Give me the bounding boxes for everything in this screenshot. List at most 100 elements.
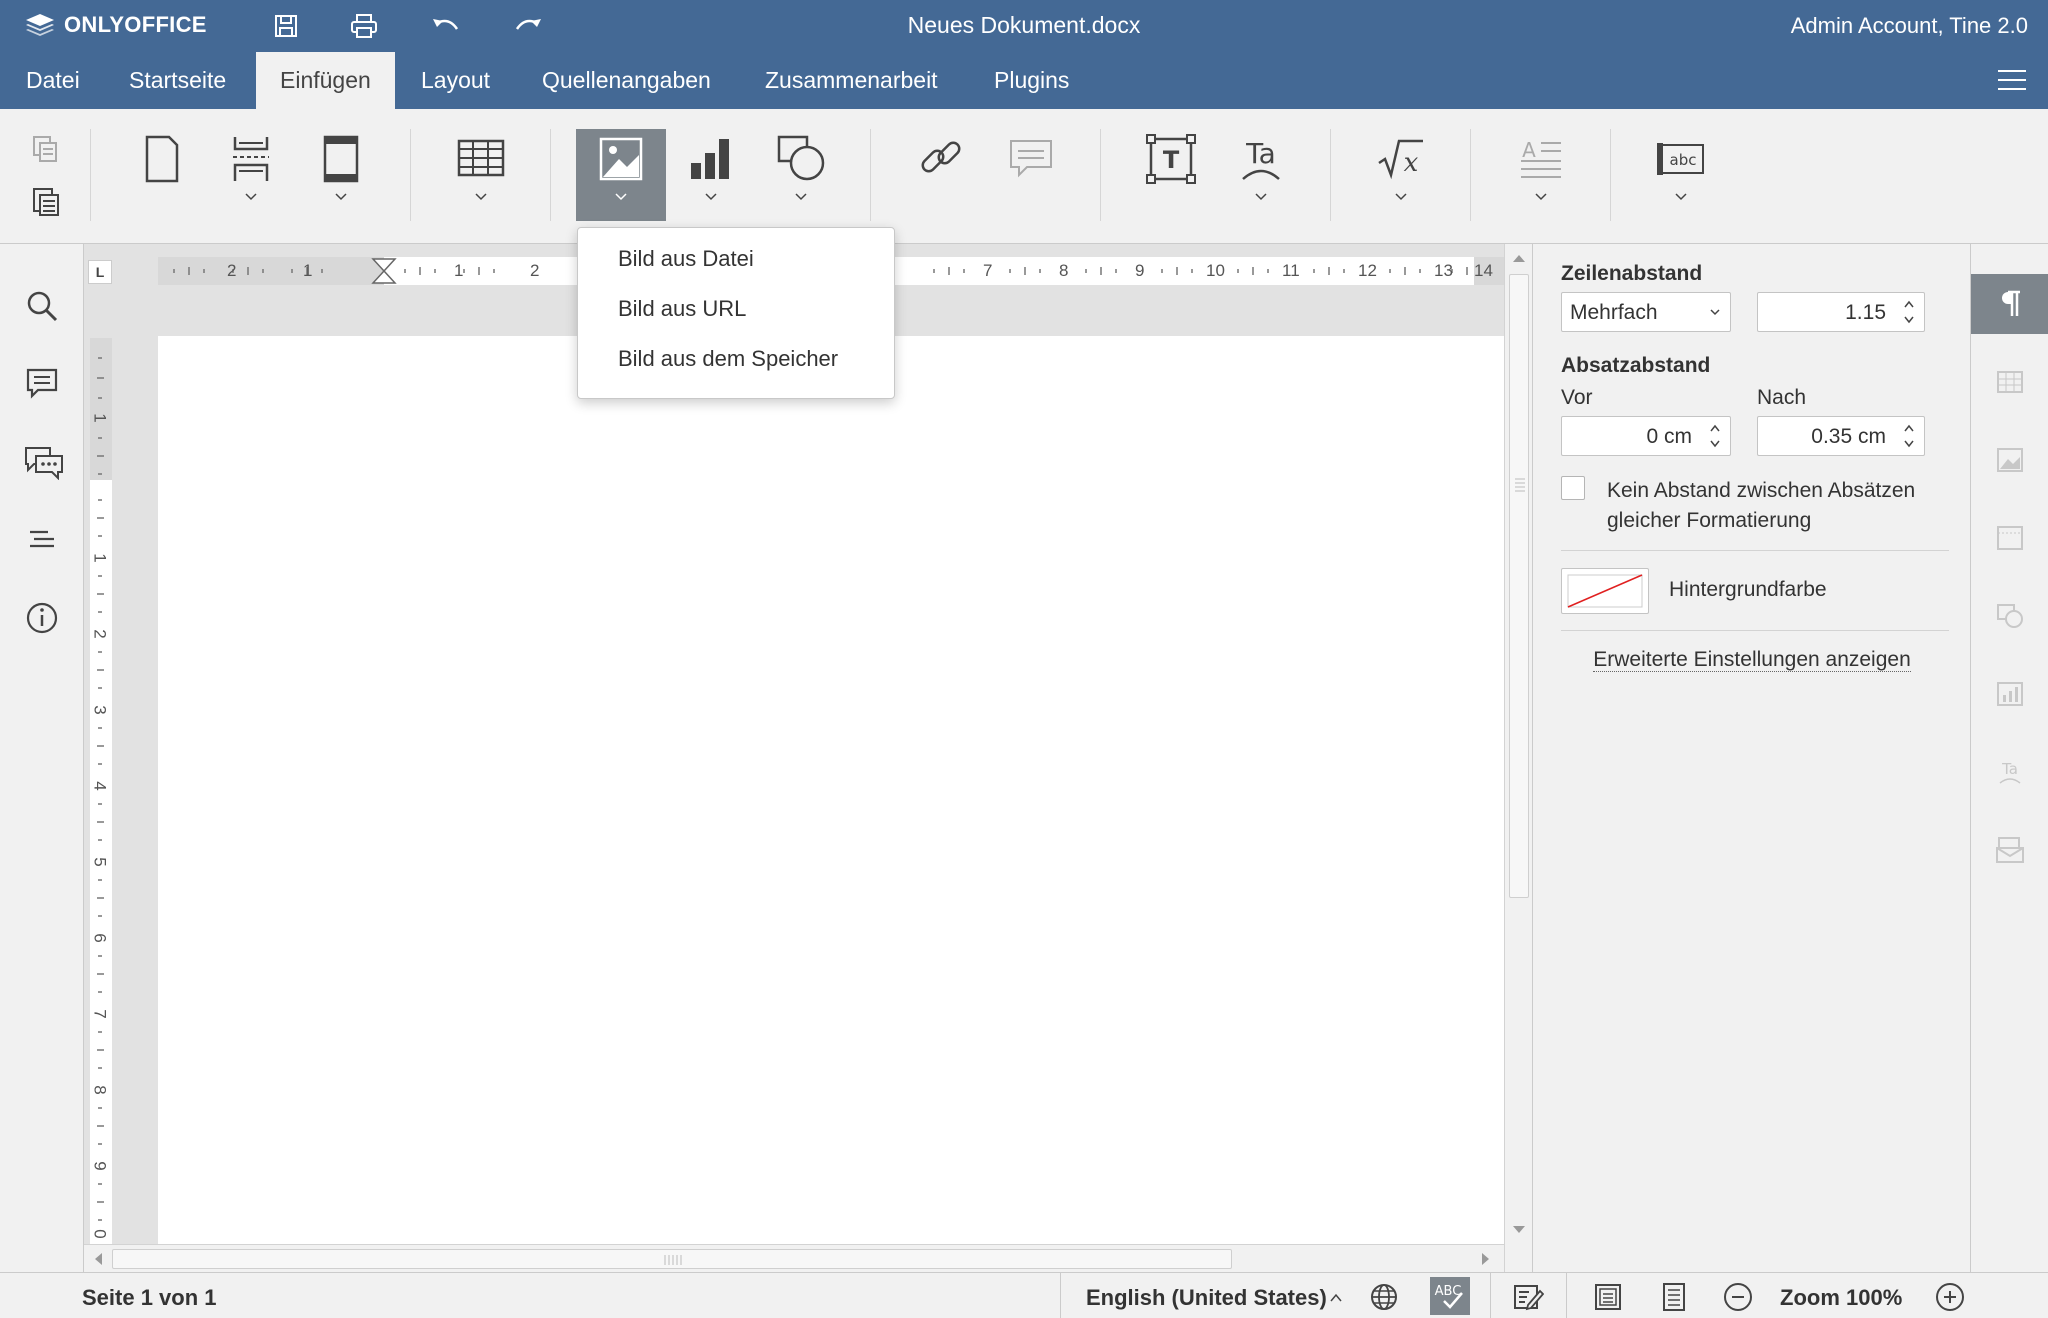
ruler-label: 8 [90,1085,110,1095]
spacing-after-input[interactable]: 0.35 cm [1757,416,1925,456]
background-color-picker[interactable] [1561,568,1649,614]
paste-icon[interactable] [30,185,62,217]
logo-icon [26,14,54,36]
spellcheck-icon[interactable]: ABC [1430,1277,1470,1315]
chart-settings-tab[interactable] [1971,664,2048,724]
track-changes-icon[interactable] [1512,1281,1545,1313]
pilcrow-icon [2002,290,2020,316]
image-button[interactable] [576,129,666,221]
chevron-down-icon [1535,193,1547,201]
tab-startseite[interactable]: Startseite [105,52,250,109]
print-icon[interactable] [348,12,380,40]
chart-button[interactable] [666,129,756,221]
menu-item-image-from-file[interactable]: Bild aus Datei [578,234,894,284]
image-icon [1997,448,2023,472]
navigation-icon[interactable] [24,522,60,558]
background-color-label: Hintergrundfarbe [1669,578,1827,601]
scroll-down-icon[interactable] [1505,1220,1533,1240]
zoom-out-icon[interactable] [1722,1281,1754,1313]
tab-layout[interactable]: Layout [397,52,514,109]
blank-page-button[interactable] [116,129,206,221]
search-icon[interactable] [24,288,60,324]
page-count[interactable]: Seite 1 von 1 [82,1285,217,1311]
menu-icon[interactable] [1998,70,2026,92]
tab-quellenangaben[interactable]: Quellenangaben [518,52,735,109]
spacing-before-input[interactable]: 0 cm [1561,416,1731,456]
table-button[interactable] [436,129,526,221]
equation-icon: x [1378,139,1423,180]
equation-button[interactable]: x [1356,129,1446,221]
document-language-icon[interactable] [1368,1281,1400,1313]
drop-cap-icon: A [1521,138,1561,178]
header-footer-settings-tab[interactable] [1971,508,2048,568]
content-control-button[interactable]: abc [1636,129,1726,221]
scroll-up-icon[interactable] [1505,248,1533,268]
spinner-icon[interactable] [1902,421,1916,451]
menu-item-image-from-url[interactable]: Bild aus URL [578,284,894,334]
copy-icon[interactable] [30,133,62,165]
page-break-button[interactable] [206,129,296,221]
chevron-down-icon [615,193,627,201]
link-icon [921,141,961,173]
line-spacing-mode-select[interactable]: Mehrfach [1561,292,1731,332]
tab-plugins[interactable]: Plugins [970,52,1093,109]
chevron-down-icon [795,193,807,201]
ruler-label: 14 [1474,261,1493,280]
ruler-label: 3 [90,705,110,715]
image-icon [599,137,643,181]
fit-page-icon[interactable] [1592,1281,1624,1313]
table-settings-tab[interactable] [1971,352,2048,412]
tab-datei[interactable]: Datei [2,52,104,109]
vertical-scroll-thumb[interactable] [1509,274,1529,898]
zoom-in-icon[interactable] [1934,1281,1966,1313]
text-box-button[interactable]: T [1126,129,1216,221]
paragraph-settings-panel: Zeilenabstand Mehrfach 1.15 Absatzabstan… [1532,244,1970,1272]
text-art-button[interactable]: Ta [1216,129,1306,221]
advanced-settings-link[interactable]: Erweiterte Einstellungen anzeigen [1593,648,1911,672]
zoom-level[interactable]: Zoom 100% [1780,1285,1902,1311]
drop-cap-button[interactable]: A [1496,129,1586,221]
language-selector[interactable]: English (United States) [1086,1285,1327,1311]
text-art-settings-tab[interactable]: Ta [1971,742,2048,802]
mail-merge-settings-tab[interactable] [1971,820,2048,880]
info-icon[interactable] [24,600,60,636]
save-icon[interactable] [270,12,302,40]
paragraph-settings-tab[interactable] [1971,274,2048,334]
line-spacing-mode-value: Mehrfach [1570,301,1658,324]
tab-zusammenarbeit[interactable]: Zusammenarbeit [741,52,962,109]
chevron-up-icon[interactable] [1328,1283,1344,1315]
content-control-icon: abc [1657,143,1704,175]
spinner-icon[interactable] [1708,421,1722,451]
scroll-right-icon[interactable] [1476,1245,1496,1273]
tab-einfuegen[interactable]: Einfügen [256,52,395,109]
undo-icon[interactable] [430,12,462,40]
comment-button[interactable] [986,129,1076,221]
chat-icon[interactable] [24,444,63,481]
redo-icon[interactable] [512,12,544,40]
ribbon-tabs: Datei Startseite Einfügen Layout Quellen… [0,52,2048,109]
fit-width-icon[interactable] [1658,1281,1690,1313]
line-spacing-value-input[interactable]: 1.15 [1757,292,1925,332]
ruler-label: 1 [303,261,313,280]
mail-merge-icon [1996,837,2024,863]
comments-icon[interactable] [24,366,60,402]
spinner-icon[interactable] [1902,297,1916,327]
image-settings-tab[interactable] [1971,430,2048,490]
menu-item-image-from-storage[interactable]: Bild aus dem Speicher [578,334,894,384]
tab-stop-selector[interactable]: L [88,260,112,284]
shape-button[interactable] [756,129,846,221]
header-footer-button[interactable] [296,129,386,221]
chart-icon [691,139,729,179]
horizontal-scroll-thumb[interactable] [112,1249,1232,1269]
horizontal-scrollbar[interactable] [84,1244,1504,1272]
no-color-icon [1567,574,1643,608]
shape-settings-tab[interactable] [1971,586,2048,646]
vertical-ruler[interactable]: 1 1 2 3 4 5 6 7 8 9 0 [90,338,112,1244]
scroll-left-icon[interactable] [88,1245,108,1273]
user-name[interactable]: Admin Account, Tine 2.0 [1791,13,2028,39]
comment-icon [1010,140,1052,178]
document-page[interactable] [158,336,1504,1252]
vertical-scrollbar[interactable] [1504,244,1532,1272]
no-spacing-checkbox[interactable] [1561,476,1585,500]
hyperlink-button[interactable] [896,129,986,221]
